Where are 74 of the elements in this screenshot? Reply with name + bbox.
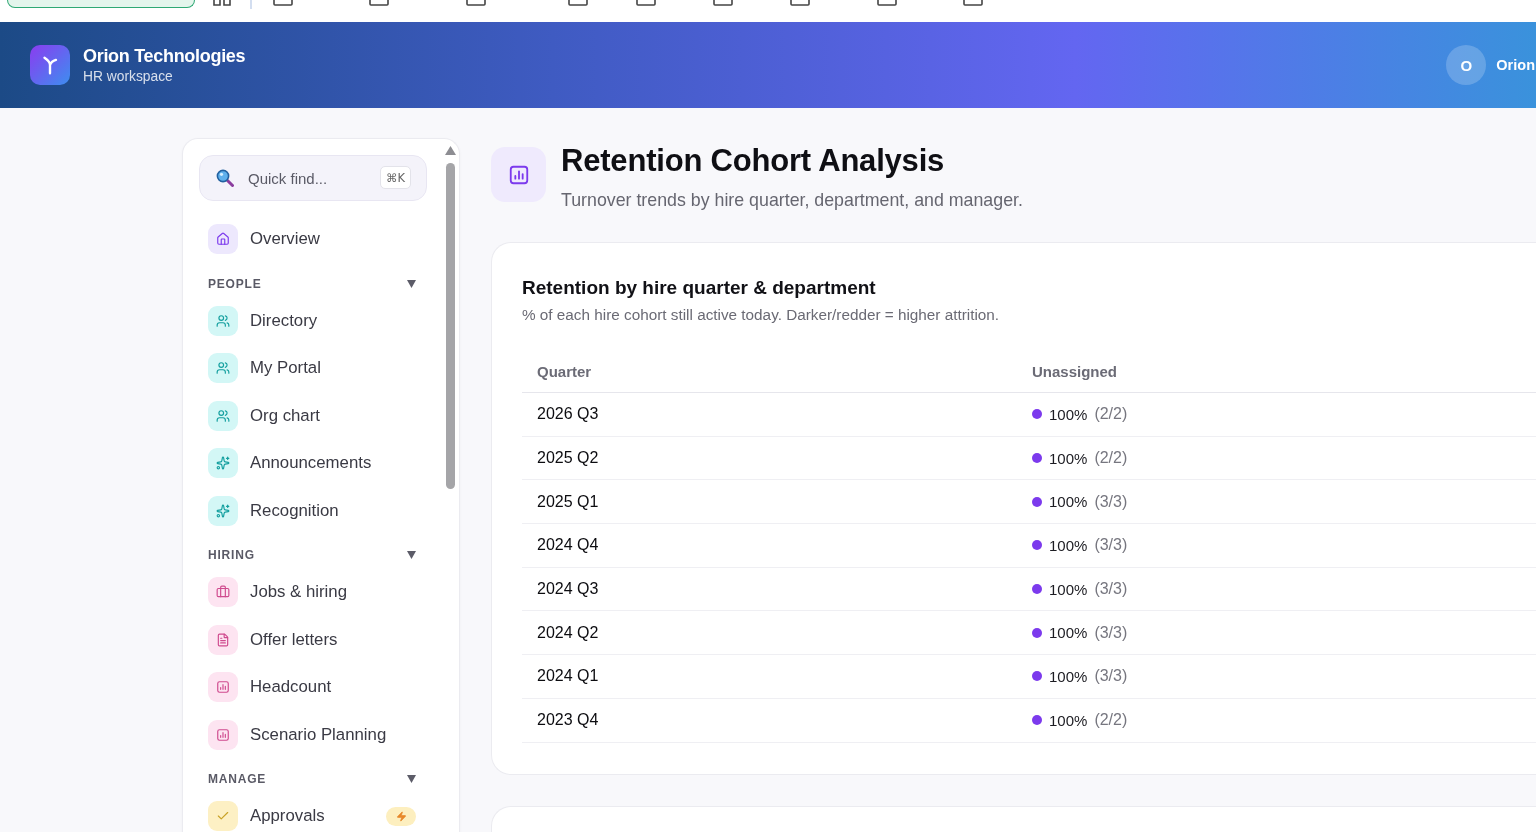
search-icon <box>216 169 234 187</box>
folder-icon[interactable] <box>636 0 656 6</box>
bookmark-button[interactable] <box>7 0 195 8</box>
folder-icon[interactable] <box>963 0 983 6</box>
quarter-cell: 2024 Q3 <box>537 580 599 599</box>
scrollbar-thumb[interactable] <box>446 163 455 489</box>
org-name: Orion Technologies <box>83 45 246 67</box>
folder-icon[interactable] <box>568 0 588 6</box>
house-icon <box>208 224 238 254</box>
column-header: Quarter <box>537 362 592 380</box>
folder-icon[interactable] <box>713 0 733 6</box>
people-icon <box>208 400 238 431</box>
scroll-up-arrow[interactable] <box>445 146 456 155</box>
nav-item[interactable]: Overview <box>199 224 427 254</box>
percent-value: 100% <box>1049 405 1088 423</box>
quarter-cell: 2025 Q2 <box>537 449 599 468</box>
nav-item[interactable]: Scenario Planning <box>199 719 427 750</box>
nav-item[interactable]: Directory <box>199 305 427 336</box>
folder-icon[interactable] <box>466 0 486 6</box>
sparkle-icon <box>208 495 238 526</box>
percent-value: 100% <box>1049 711 1088 729</box>
nav-item[interactable]: Offer letters <box>199 624 427 655</box>
percent-value: 100% <box>1049 493 1088 511</box>
nav-item[interactable]: Approvals <box>199 801 427 831</box>
section-toggle[interactable]: MANAGE <box>199 771 427 787</box>
quarter-cell: 2025 Q1 <box>537 492 599 511</box>
quarter-cell: 2023 Q4 <box>537 711 599 730</box>
folder-icon[interactable] <box>877 0 897 6</box>
workspace-label: HR workspace <box>83 69 174 85</box>
page-title: Retention Cohort Analysis <box>561 142 946 180</box>
count-value: (2/2) <box>1094 449 1128 468</box>
nav-item[interactable]: Announcements <box>199 448 427 478</box>
nav-item[interactable]: My Portal <box>199 353 427 383</box>
bar-chart-icon <box>208 672 238 702</box>
nav-item[interactable]: Headcount <box>199 672 427 702</box>
quarter-cell: 2024 Q2 <box>537 623 599 642</box>
people-icon <box>208 353 238 383</box>
folder-icon[interactable] <box>369 0 389 6</box>
count-value: (2/2) <box>1094 405 1128 424</box>
count-value: (3/3) <box>1094 536 1128 555</box>
card-description: % of each hire cohort still active today. Darker/redder = higher attrition. <box>522 305 1001 325</box>
percent-value: 100% <box>1049 667 1088 685</box>
folder-icon[interactable] <box>273 0 293 6</box>
column-header: Unassigned <box>1032 362 1118 380</box>
check-icon <box>208 801 238 831</box>
logo-icon[interactable] <box>30 45 70 85</box>
sparkle-icon <box>208 448 238 478</box>
quarter-cell: 2024 Q4 <box>537 536 599 555</box>
shortcut-hint: ⌘K <box>379 166 411 189</box>
people-icon <box>208 305 238 336</box>
percent-value: 100% <box>1049 536 1088 554</box>
percent-value: 100% <box>1049 580 1088 598</box>
nav-item[interactable]: Org chart <box>199 400 427 431</box>
document-icon <box>208 624 238 655</box>
section-toggle[interactable]: PEOPLE <box>199 275 427 292</box>
count-value: (3/3) <box>1094 580 1128 599</box>
page-subtitle: Turnover trends by hire quarter, department, and manager. <box>561 189 1023 212</box>
nav-item[interactable]: Jobs & hiring <box>199 577 427 607</box>
count-value: (2/2) <box>1094 711 1128 730</box>
section-toggle[interactable]: HIRING <box>199 547 427 563</box>
percent-value: 100% <box>1049 449 1088 467</box>
percent-value: 100% <box>1049 624 1088 642</box>
folder-icon[interactable] <box>790 0 810 6</box>
bar-chart-icon <box>491 147 546 202</box>
briefcase-icon <box>208 577 238 607</box>
count-value: (3/3) <box>1094 492 1128 511</box>
quarter-cell: 2026 Q3 <box>537 405 599 424</box>
bar-chart-icon <box>208 719 238 750</box>
quarter-cell: 2024 Q1 <box>537 667 599 686</box>
count-value: (3/3) <box>1094 623 1128 642</box>
count-value: (3/3) <box>1094 667 1128 686</box>
nav-item[interactable]: Recognition <box>199 495 427 526</box>
card-title: Retention by hire quarter & department <box>522 276 877 300</box>
apps-grid-icon[interactable] <box>213 0 231 7</box>
